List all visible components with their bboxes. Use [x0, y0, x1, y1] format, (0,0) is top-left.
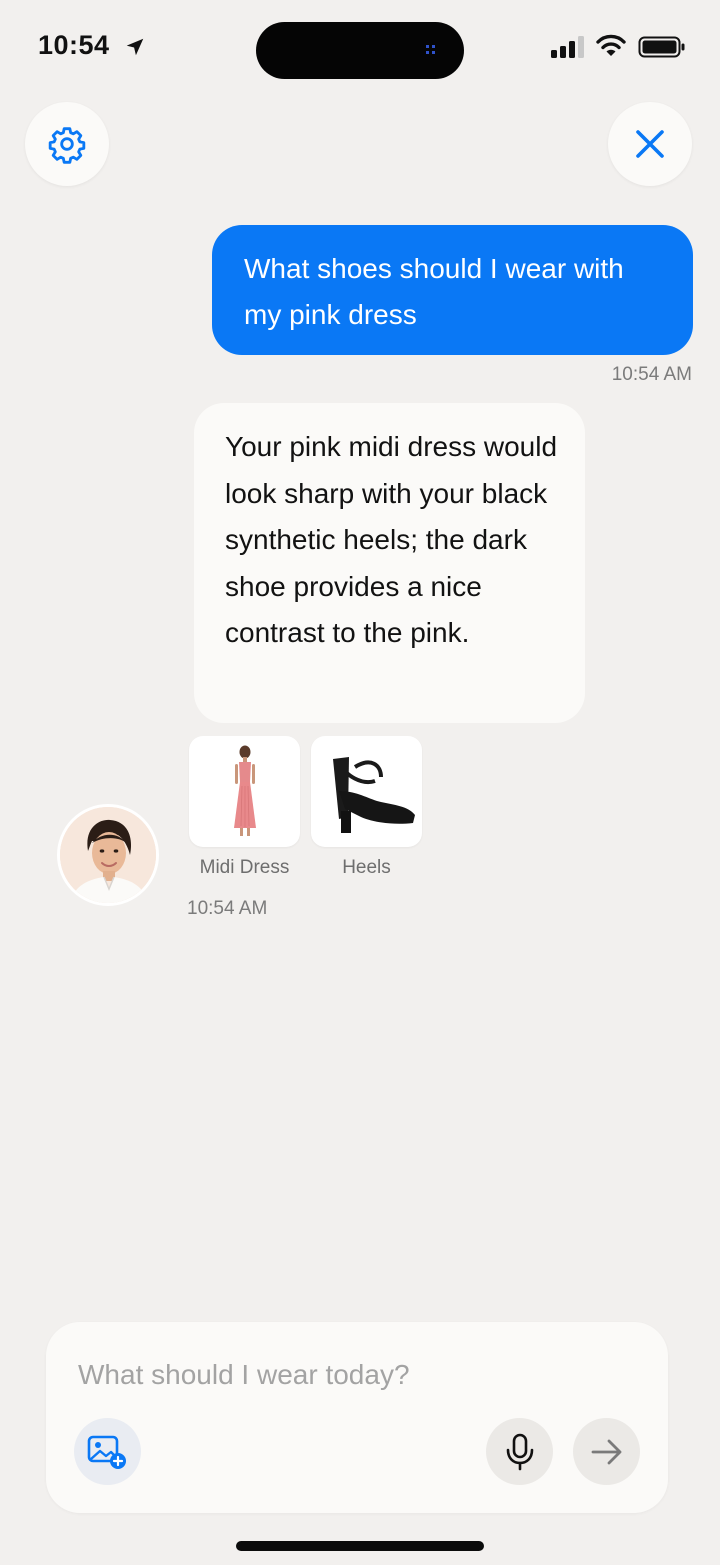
assistant-message-bubble: Your pink midi dress would look sharp wi… [194, 403, 585, 723]
settings-button[interactable] [25, 102, 109, 186]
product-card-heels[interactable] [311, 736, 422, 847]
send-button[interactable] [573, 1418, 640, 1485]
close-button[interactable] [608, 102, 692, 186]
status-time: 10:54 [38, 30, 110, 60]
message-composer [46, 1322, 668, 1513]
message-input[interactable] [78, 1352, 618, 1398]
user-message-timestamp: 10:54 AM [611, 364, 692, 385]
assistant-message-timestamp: 10:54 AM [187, 898, 268, 919]
location-arrow-icon [126, 38, 144, 56]
black-heels-image [332, 756, 415, 833]
microphone-icon [506, 1433, 533, 1470]
assistant-avatar [57, 804, 159, 906]
product-label-heels: Heels [342, 857, 391, 878]
wifi-icon [596, 34, 626, 56]
user-message-bubble: What shoes should I wear with my pink dr… [212, 225, 693, 355]
home-indicator [236, 1541, 484, 1551]
pink-dress-image [233, 745, 256, 836]
battery-icon [638, 36, 685, 58]
island-indicator-icon [426, 45, 435, 54]
add-photo-button[interactable] [74, 1418, 141, 1485]
product-label-midi-dress: Midi Dress [199, 857, 290, 878]
cellular-signal-icon [551, 36, 584, 58]
microphone-button[interactable] [486, 1418, 553, 1485]
arrow-right-icon [591, 1439, 621, 1464]
gear-icon [48, 127, 86, 164]
add-photo-icon [87, 1435, 126, 1469]
product-card-midi-dress[interactable] [189, 736, 300, 847]
stylist-portrait-image [60, 807, 156, 903]
close-icon [636, 130, 664, 158]
